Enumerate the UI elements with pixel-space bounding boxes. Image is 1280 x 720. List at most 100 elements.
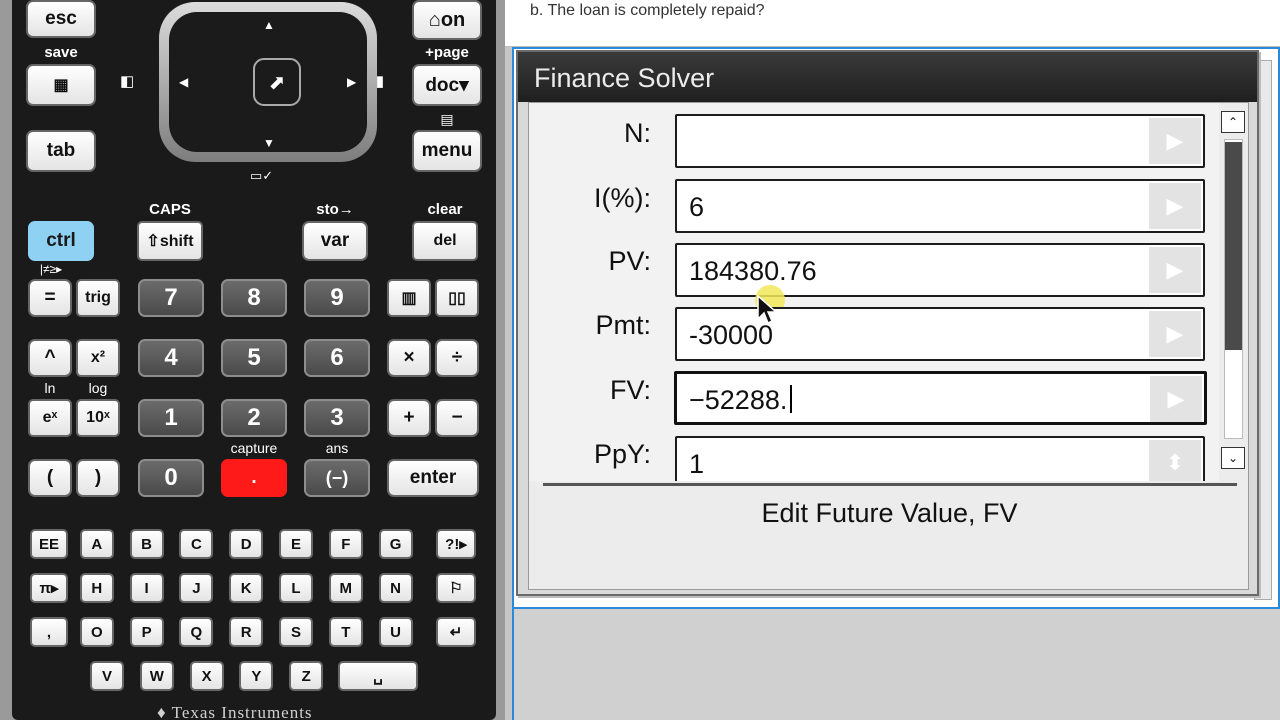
square-key[interactable]: x² [76, 339, 120, 377]
chevron-right-icon: ▶ [1166, 321, 1184, 346]
alpha-key-3-1[interactable]: W [139, 661, 174, 691]
alpha-key-2-3[interactable]: Q [179, 617, 214, 647]
decimal-key[interactable]: . [221, 459, 287, 497]
ctrl-key[interactable]: ctrl [28, 221, 94, 261]
digit-5-key[interactable]: 5 [221, 339, 287, 377]
alpha-key-3-5[interactable]: ␣ [338, 661, 418, 691]
menu-key[interactable]: menu [412, 130, 482, 172]
close-paren-key[interactable]: ) [76, 459, 120, 497]
calculator-emulator: esc save ▦ tab ◧ ◨ ▲ ▼ ◀ ▶ ⬈ ▭✓ ⌂on +pag… [0, 0, 505, 720]
negative-key[interactable]: (−) [304, 459, 370, 497]
alpha-key-2-4[interactable]: R [229, 617, 264, 647]
ti-logo-icon: ♦ [157, 703, 172, 720]
alpha-key-0-7[interactable]: G [378, 529, 413, 559]
alpha-key-0-5[interactable]: E [279, 529, 313, 559]
alpha-key-2-0[interactable]: , [30, 617, 68, 647]
field-scrollbar[interactable]: ⌃ ⌄ [1221, 111, 1247, 481]
alpha-key-2-1[interactable]: O [79, 617, 114, 647]
exp-key[interactable]: eˣ [28, 399, 72, 437]
alpha-key-2-5[interactable]: S [279, 617, 313, 647]
touchpad-surface[interactable]: ▲ ▼ ◀ ▶ ⬈ [169, 12, 367, 152]
field-label-fv: FV: [609, 375, 651, 405]
digit-1-key[interactable]: 1 [138, 399, 204, 437]
open-paren-key[interactable]: ( [28, 459, 72, 497]
digit-8-key[interactable]: 8 [221, 279, 287, 317]
alpha-key-1-7[interactable]: N [378, 573, 413, 603]
equals-key[interactable]: = [28, 279, 72, 317]
digit-2-key[interactable]: 2 [221, 399, 287, 437]
tab-key[interactable]: tab [26, 130, 96, 172]
interest-menu-button[interactable]: ▶ [1149, 183, 1201, 229]
template-key[interactable]: ▥ [387, 279, 431, 317]
scroll-down-button[interactable]: ⌄ [1221, 447, 1245, 469]
alpha-key-2-2[interactable]: P [129, 617, 164, 647]
alpha-key-0-4[interactable]: D [229, 529, 264, 559]
ppy-spinner-button[interactable]: ⬍ [1149, 440, 1201, 481]
alpha-key-1-2[interactable]: I [129, 573, 164, 603]
scroll-up-button[interactable]: ⌃ [1221, 111, 1245, 133]
trig-key[interactable]: trig [76, 279, 120, 317]
alpha-key-0-2[interactable]: B [129, 529, 164, 559]
divide-key[interactable]: ÷ [435, 339, 479, 377]
alpha-key-1-0[interactable]: π▸ [30, 573, 68, 603]
pmt-menu-button[interactable]: ▶ [1149, 311, 1201, 357]
n-field[interactable]: ▶ [675, 114, 1205, 168]
alpha-key-3-2[interactable]: X [189, 661, 224, 691]
fv-value-text: −52288. [689, 385, 788, 415]
chevron-down-icon: ⌄ [1227, 451, 1239, 465]
alpha-key-1-4[interactable]: K [229, 573, 264, 603]
pmt-field[interactable]: -30000 ▶ [675, 307, 1205, 361]
click-center-button[interactable]: ⬈ [253, 58, 301, 106]
fv-field[interactable]: −52288. ▶ [674, 371, 1207, 425]
interest-field[interactable]: 6 ▶ [675, 179, 1205, 233]
alpha-key-2-6[interactable]: T [328, 617, 363, 647]
minus-key[interactable]: − [435, 399, 479, 437]
alpha-key-0-6[interactable]: F [328, 529, 363, 559]
alpha-key-1-3[interactable]: J [179, 573, 214, 603]
status-separator [543, 483, 1237, 486]
scroll-thumb[interactable] [1225, 142, 1242, 350]
catalog-key[interactable]: ▯▯ [435, 279, 479, 317]
touchpad[interactable]: ▲ ▼ ◀ ▶ ⬈ [159, 2, 377, 162]
alpha-key-2-7[interactable]: U [378, 617, 413, 647]
var-key[interactable]: var [302, 221, 368, 261]
alpha-key-0-0[interactable]: EE [30, 529, 68, 559]
alpha-key-3-4[interactable]: Z [289, 661, 324, 691]
brand-logo: ♦ Texas Instruments [157, 703, 313, 720]
plus-key[interactable]: + [387, 399, 431, 437]
esc-key[interactable]: esc [26, 0, 96, 38]
digit-3-key[interactable]: 3 [304, 399, 370, 437]
digit-9-key[interactable]: 9 [304, 279, 370, 317]
alpha-key-0-3[interactable]: C [179, 529, 214, 559]
alpha-key-1-6[interactable]: M [328, 573, 363, 603]
alpha-key-1-8[interactable]: ⚐ [436, 573, 476, 603]
field-label-i: I(%): [594, 183, 651, 213]
pv-field[interactable]: 184380.76 ▶ [675, 243, 1205, 297]
enter-key[interactable]: enter [387, 459, 479, 497]
pv-menu-button[interactable]: ▶ [1149, 247, 1201, 293]
relation-label: |≠≥▸ [39, 262, 63, 276]
ten-power-key[interactable]: 10ˣ [76, 399, 120, 437]
home-on-key[interactable]: ⌂on [412, 0, 482, 40]
n-menu-button[interactable]: ▶ [1149, 118, 1201, 164]
del-key[interactable]: del [412, 221, 478, 261]
scroll-track[interactable] [1224, 139, 1243, 439]
multiply-key[interactable]: × [387, 339, 431, 377]
shift-key[interactable]: ⇧shift [137, 221, 203, 261]
doc-key[interactable]: doc▾ [412, 64, 482, 106]
alpha-key-2-8[interactable]: ↵ [436, 617, 476, 647]
alpha-key-1-5[interactable]: L [279, 573, 313, 603]
alpha-key-3-3[interactable]: Y [239, 661, 274, 691]
scratchpad-key[interactable]: ▦ [26, 64, 96, 106]
alpha-key-0-1[interactable]: A [79, 529, 114, 559]
power-key[interactable]: ^ [28, 339, 72, 377]
alpha-key-3-0[interactable]: V [90, 661, 124, 691]
fv-menu-button[interactable]: ▶ [1150, 376, 1202, 422]
alpha-key-0-8[interactable]: ?!▸ [436, 529, 476, 559]
ppy-field[interactable]: 1 ⬍ [675, 436, 1205, 481]
digit-7-key[interactable]: 7 [138, 279, 204, 317]
alpha-key-1-1[interactable]: H [79, 573, 114, 603]
digit-6-key[interactable]: 6 [304, 339, 370, 377]
digit-0-key[interactable]: 0 [138, 459, 204, 497]
digit-4-key[interactable]: 4 [138, 339, 204, 377]
